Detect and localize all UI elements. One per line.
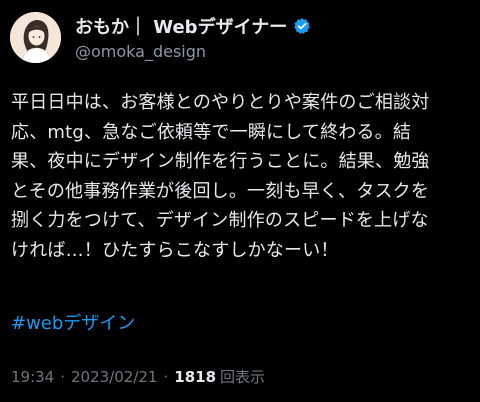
- tweet-time[interactable]: 19:34: [11, 368, 54, 386]
- verified-badge-icon: [293, 17, 311, 35]
- avatar-illustration-icon: [10, 11, 61, 63]
- tweet-text: 平日日中は、お客様とのやりとりや案件のご相談対 応、mtg、急なご依頼等で一瞬に…: [11, 92, 430, 261]
- tweet-meta: 19:34 · 2023/02/21 · 1818 回表示: [11, 366, 265, 387]
- hashtag-link[interactable]: #webデザイン: [11, 309, 135, 335]
- views-count: 1818: [174, 367, 217, 386]
- handle[interactable]: @omoka_design: [75, 42, 311, 61]
- avatar[interactable]: [10, 11, 61, 63]
- tweet-date[interactable]: 2023/02/21: [71, 368, 157, 386]
- display-name[interactable]: おもか｜ Webデザイナー: [75, 13, 287, 39]
- views-label: 回表示: [220, 368, 266, 386]
- author-names: おもか｜ Webデザイナー @omoka_design: [75, 14, 311, 61]
- tweet-header: おもか｜ Webデザイナー @omoka_design: [10, 11, 311, 63]
- meta-separator: ·: [60, 367, 66, 386]
- meta-separator: ·: [163, 367, 169, 386]
- display-name-row: おもか｜ Webデザイナー: [75, 14, 311, 38]
